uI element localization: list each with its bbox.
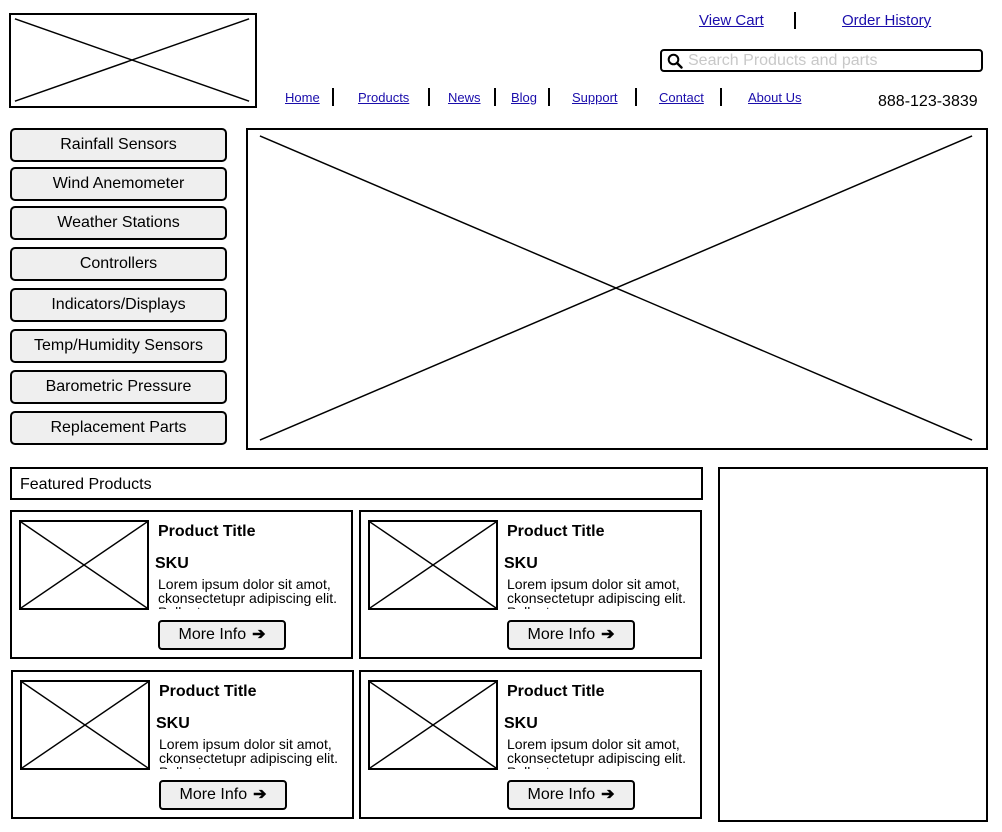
product-sku: SKU [504,715,538,732]
phone-number: 888-123-3839 [878,93,978,110]
top-link-separator [794,12,796,29]
more-info-label: More Info [527,786,596,803]
category-indicators-displays[interactable]: Indicators/Displays [10,288,227,322]
search-input[interactable] [688,51,973,70]
nav-blog[interactable]: Blog [511,90,537,105]
nav-separator [635,88,637,106]
nav-support[interactable]: Support [572,90,618,105]
more-info-button[interactable]: More Info ➔ [507,620,635,650]
product-card[interactable]: Product Title SKU Lorem ipsum dolor sit … [11,670,354,819]
product-image[interactable] [368,680,498,770]
featured-products-label: Featured Products [20,476,152,493]
category-temp-humidity-sensors[interactable]: Temp/Humidity Sensors [10,329,227,363]
more-info-label: More Info [178,626,247,643]
category-controllers[interactable]: Controllers [10,247,227,281]
image-placeholder-icon [370,682,496,768]
nav-separator [494,88,496,106]
search-icon [667,53,683,69]
product-sku: SKU [504,555,538,572]
category-replacement-parts[interactable]: Replacement Parts [10,411,227,445]
logo-placeholder[interactable] [9,13,257,108]
nav-news[interactable]: News [448,90,481,105]
category-rainfall-sensors[interactable]: Rainfall Sensors [10,128,227,162]
product-card[interactable]: Product Title SKU Lorem ipsum dolor sit … [359,670,702,819]
product-description: Lorem ipsum dolor sit amot, ckonsectetup… [158,577,337,609]
product-image[interactable] [19,520,149,610]
product-image[interactable] [20,680,150,770]
more-info-button[interactable]: More Info ➔ [158,620,286,650]
more-info-button[interactable]: More Info ➔ [159,780,287,810]
product-sku: SKU [155,555,189,572]
search-box[interactable] [660,49,983,72]
category-barometric-pressure[interactable]: Barometric Pressure [10,370,227,404]
arrow-right-icon: ➔ [601,786,615,803]
product-title[interactable]: Product Title [159,683,257,701]
view-cart-link[interactable]: View Cart [699,12,764,29]
product-sku: SKU [156,715,190,732]
category-weather-stations[interactable]: Weather Stations [10,206,227,240]
hero-banner[interactable] [246,128,988,450]
product-image[interactable] [368,520,498,610]
order-history-link[interactable]: Order History [842,12,931,29]
product-description: Lorem ipsum dolor sit amot, ckonsectetup… [507,737,686,769]
more-info-button[interactable]: More Info ➔ [507,780,635,810]
product-title[interactable]: Product Title [158,523,256,541]
nav-about-us[interactable]: About Us [748,90,801,105]
more-info-label: More Info [179,786,248,803]
arrow-right-icon: ➔ [252,626,266,643]
nav-products[interactable]: Products [358,90,409,105]
nav-separator [720,88,722,106]
product-title[interactable]: Product Title [507,683,605,701]
image-placeholder-icon [14,18,250,102]
nav-separator [548,88,550,106]
category-wind-anemometer[interactable]: Wind Anemometer [10,167,227,201]
product-description: Lorem ipsum dolor sit amot, ckonsectetup… [507,577,686,609]
nav-home[interactable]: Home [285,90,320,105]
arrow-right-icon: ➔ [253,786,267,803]
side-panel [718,467,988,822]
product-card[interactable]: Product Title SKU Lorem ipsum dolor sit … [359,510,702,659]
nav-separator [332,88,334,106]
image-placeholder-icon [21,522,147,608]
product-card[interactable]: Product Title SKU Lorem ipsum dolor sit … [10,510,353,659]
product-description: Lorem ipsum dolor sit amot, ckonsectetup… [159,737,338,769]
featured-products-header: Featured Products [10,467,703,500]
nav-separator [428,88,430,106]
image-placeholder-icon [259,135,973,441]
arrow-right-icon: ➔ [601,626,615,643]
product-title[interactable]: Product Title [507,523,605,541]
nav-contact[interactable]: Contact [659,90,704,105]
image-placeholder-icon [22,682,148,768]
more-info-label: More Info [527,626,596,643]
image-placeholder-icon [370,522,496,608]
